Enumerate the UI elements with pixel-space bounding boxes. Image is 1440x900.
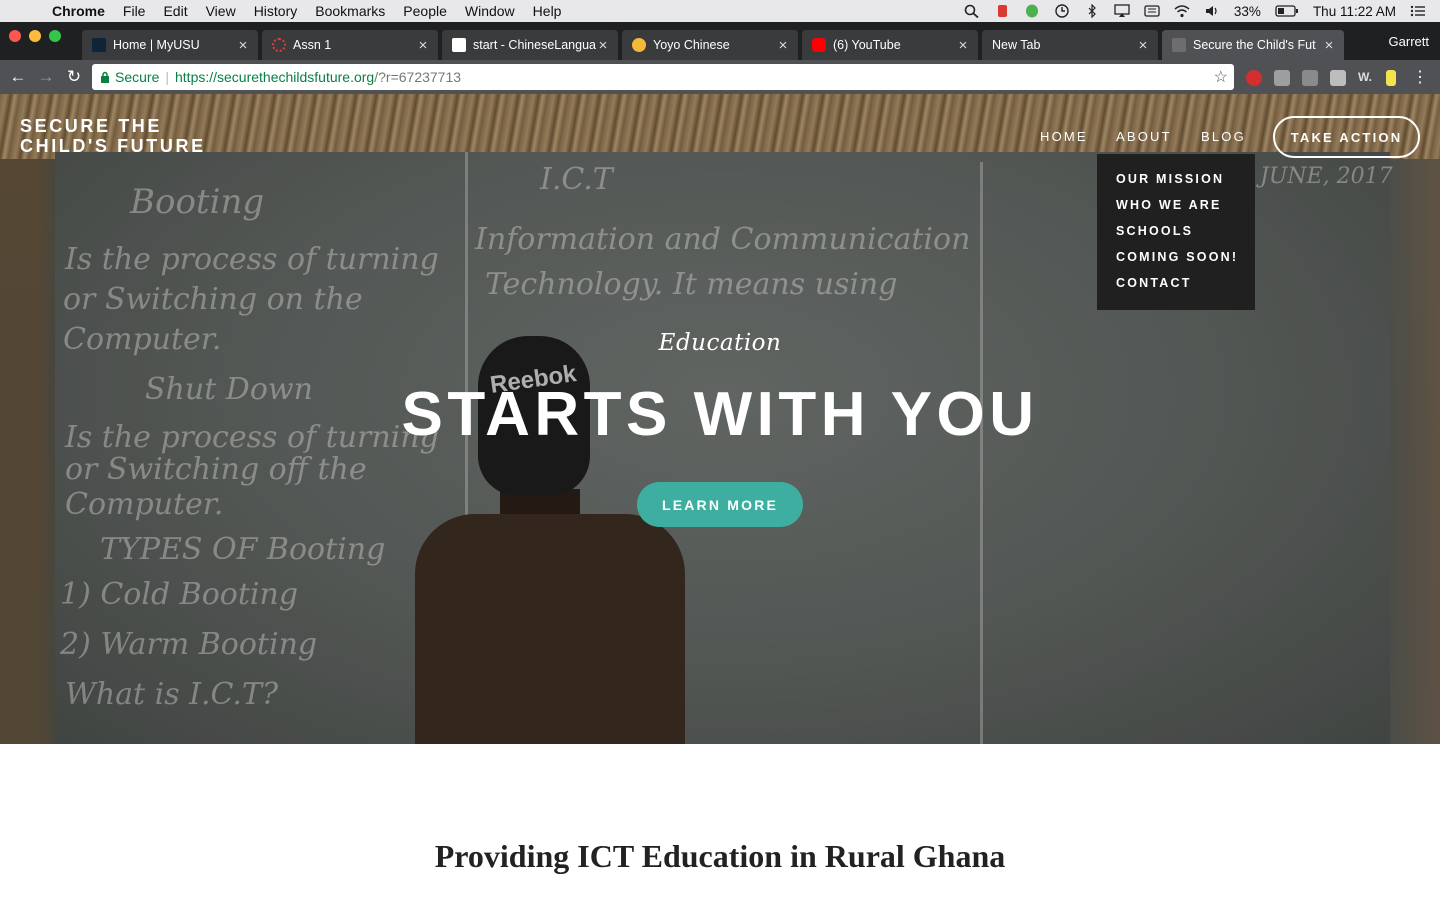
address-bar[interactable]: Secure | https://securethechildsfuture.o… [92, 64, 1234, 90]
menu-people[interactable]: People [403, 3, 447, 19]
loading-spinner-icon [272, 38, 286, 52]
menu-chrome[interactable]: Chrome [52, 3, 105, 19]
logo-line: SECURE THE [20, 116, 163, 136]
extension-icon[interactable] [1274, 70, 1290, 86]
tab-assn-1[interactable]: Assn 1 × [262, 30, 438, 60]
status-area: 33% Thu 11:22 AM [964, 0, 1426, 22]
back-icon[interactable]: ← [8, 66, 28, 88]
tab-title: Yoyo Chinese [653, 38, 730, 52]
divider: | [165, 69, 169, 85]
menu-item-schools[interactable]: SCHOOLS [1097, 222, 1255, 248]
tab-title: Home | MyUSU [113, 38, 200, 52]
time-machine-icon[interactable] [1054, 4, 1070, 18]
menu-view[interactable]: View [206, 3, 236, 19]
hero-headline: STARTS WITH YOU [401, 380, 1039, 449]
about-dropdown-menu: OUR MISSION WHO WE ARE SCHOOLS COMING SO… [1097, 154, 1255, 310]
window-controls [9, 30, 61, 42]
close-tab-icon[interactable]: × [776, 37, 790, 54]
wifi-icon[interactable] [1174, 4, 1190, 18]
wiki-favicon-icon [452, 38, 466, 52]
highlighter-extension-icon[interactable] [1386, 70, 1396, 86]
take-action-button[interactable]: TAKE ACTION [1273, 116, 1420, 158]
menu-item-our-mission[interactable]: OUR MISSION [1097, 170, 1255, 196]
zoom-window-button[interactable] [49, 30, 61, 42]
extension-w-icon[interactable]: W. [1358, 70, 1374, 86]
lock-icon [101, 71, 109, 83]
notification-center-icon[interactable] [1410, 4, 1426, 18]
menu-help[interactable]: Help [533, 3, 562, 19]
section-title: Providing ICT Education in Rural Ghana [434, 838, 1006, 874]
green-leaf-icon[interactable] [1024, 4, 1040, 18]
spotlight-search-icon[interactable] [964, 4, 980, 18]
nav-blog[interactable]: BLOG [1201, 129, 1246, 144]
page-favicon-icon [1172, 38, 1186, 52]
youtube-favicon-icon [812, 38, 826, 52]
adblock-extension-icon[interactable] [1246, 70, 1262, 86]
tab-title: start - ChineseLangua [473, 38, 596, 52]
battery-icon[interactable] [1275, 4, 1299, 18]
close-tab-icon[interactable]: × [1136, 37, 1150, 54]
tab-title: (6) YouTube [833, 38, 901, 52]
forward-icon[interactable]: → [36, 66, 56, 88]
red-app-icon[interactable] [994, 4, 1010, 18]
tab-title: Assn 1 [293, 38, 332, 52]
tab-youtube[interactable]: (6) YouTube × [802, 30, 978, 60]
logo-line: CHILD'S FUTURE [20, 136, 206, 156]
close-tab-icon[interactable]: × [236, 37, 250, 54]
nav-about[interactable]: ABOUT [1116, 129, 1172, 144]
url-query[interactable]: /?r=67237713 [374, 69, 461, 85]
menu-clock[interactable]: Thu 11:22 AM [1313, 4, 1396, 19]
keyboard-icon[interactable] [1144, 4, 1160, 18]
myusu-favicon-icon [92, 38, 106, 52]
hero-eyebrow: Education [658, 330, 782, 356]
reload-icon[interactable]: ↻ [64, 66, 84, 88]
tab-new-tab[interactable]: New Tab × [982, 30, 1158, 60]
extension-icon[interactable] [1330, 70, 1346, 86]
tab-secure-the-childs-future[interactable]: Secure the Child's Fut × [1162, 30, 1344, 60]
nav-home[interactable]: HOME [1040, 129, 1088, 144]
volume-icon[interactable] [1204, 4, 1220, 18]
close-tab-icon[interactable]: × [416, 37, 430, 54]
menu-item-coming-soon[interactable]: COMING SOON! [1097, 248, 1255, 274]
menu-history[interactable]: History [254, 3, 298, 19]
yoyo-favicon-icon [632, 38, 646, 52]
site-logo[interactable]: SECURE THE CHILD'S FUTURE [20, 116, 206, 156]
menu-edit[interactable]: Edit [163, 3, 187, 19]
extension-icon[interactable] [1302, 70, 1318, 86]
minimize-window-button[interactable] [29, 30, 41, 42]
browser-tab-strip: Home | MyUSU × Assn 1 × start - ChineseL… [0, 22, 1440, 60]
airplay-icon[interactable] [1114, 4, 1130, 18]
close-tab-icon[interactable]: × [956, 37, 970, 54]
menu-item-contact[interactable]: CONTACT [1097, 274, 1255, 300]
chrome-menu-icon[interactable]: ⋮ [1412, 67, 1428, 87]
bluetooth-icon[interactable] [1084, 4, 1100, 18]
battery-percent: 33% [1233, 3, 1261, 19]
tab-title: Secure the Child's Fut [1193, 38, 1316, 52]
close-window-button[interactable] [9, 30, 21, 42]
macos-menu-bar: Chrome File Edit View History Bookmarks … [0, 0, 1440, 22]
close-tab-icon[interactable]: × [596, 37, 610, 54]
tab-title: New Tab [992, 38, 1041, 52]
tab-myusu[interactable]: Home | MyUSU × [82, 30, 258, 60]
url-text[interactable]: https://securethechildsfuture.org [175, 69, 374, 85]
secure-label[interactable]: Secure [115, 69, 159, 85]
tab-yoyo-chinese[interactable]: Yoyo Chinese × [622, 30, 798, 60]
hero-section: Booting Is the process of turning or Swi… [0, 94, 1440, 744]
close-tab-icon[interactable]: × [1322, 37, 1336, 54]
browser-toolbar: ← → ↻ Secure | https://securethechildsfu… [0, 60, 1440, 94]
bookmark-star-icon[interactable]: ☆ [1214, 67, 1228, 87]
menu-item-who-we-are[interactable]: WHO WE ARE [1097, 196, 1255, 222]
tab-chineselanguage[interactable]: start - ChineseLangua × [442, 30, 618, 60]
profile-button[interactable]: Garrett [1389, 34, 1429, 49]
menu-file[interactable]: File [123, 3, 146, 19]
menu-bookmarks[interactable]: Bookmarks [315, 3, 385, 19]
learn-more-button[interactable]: LEARN MORE [637, 482, 803, 527]
menu-window[interactable]: Window [465, 3, 515, 19]
